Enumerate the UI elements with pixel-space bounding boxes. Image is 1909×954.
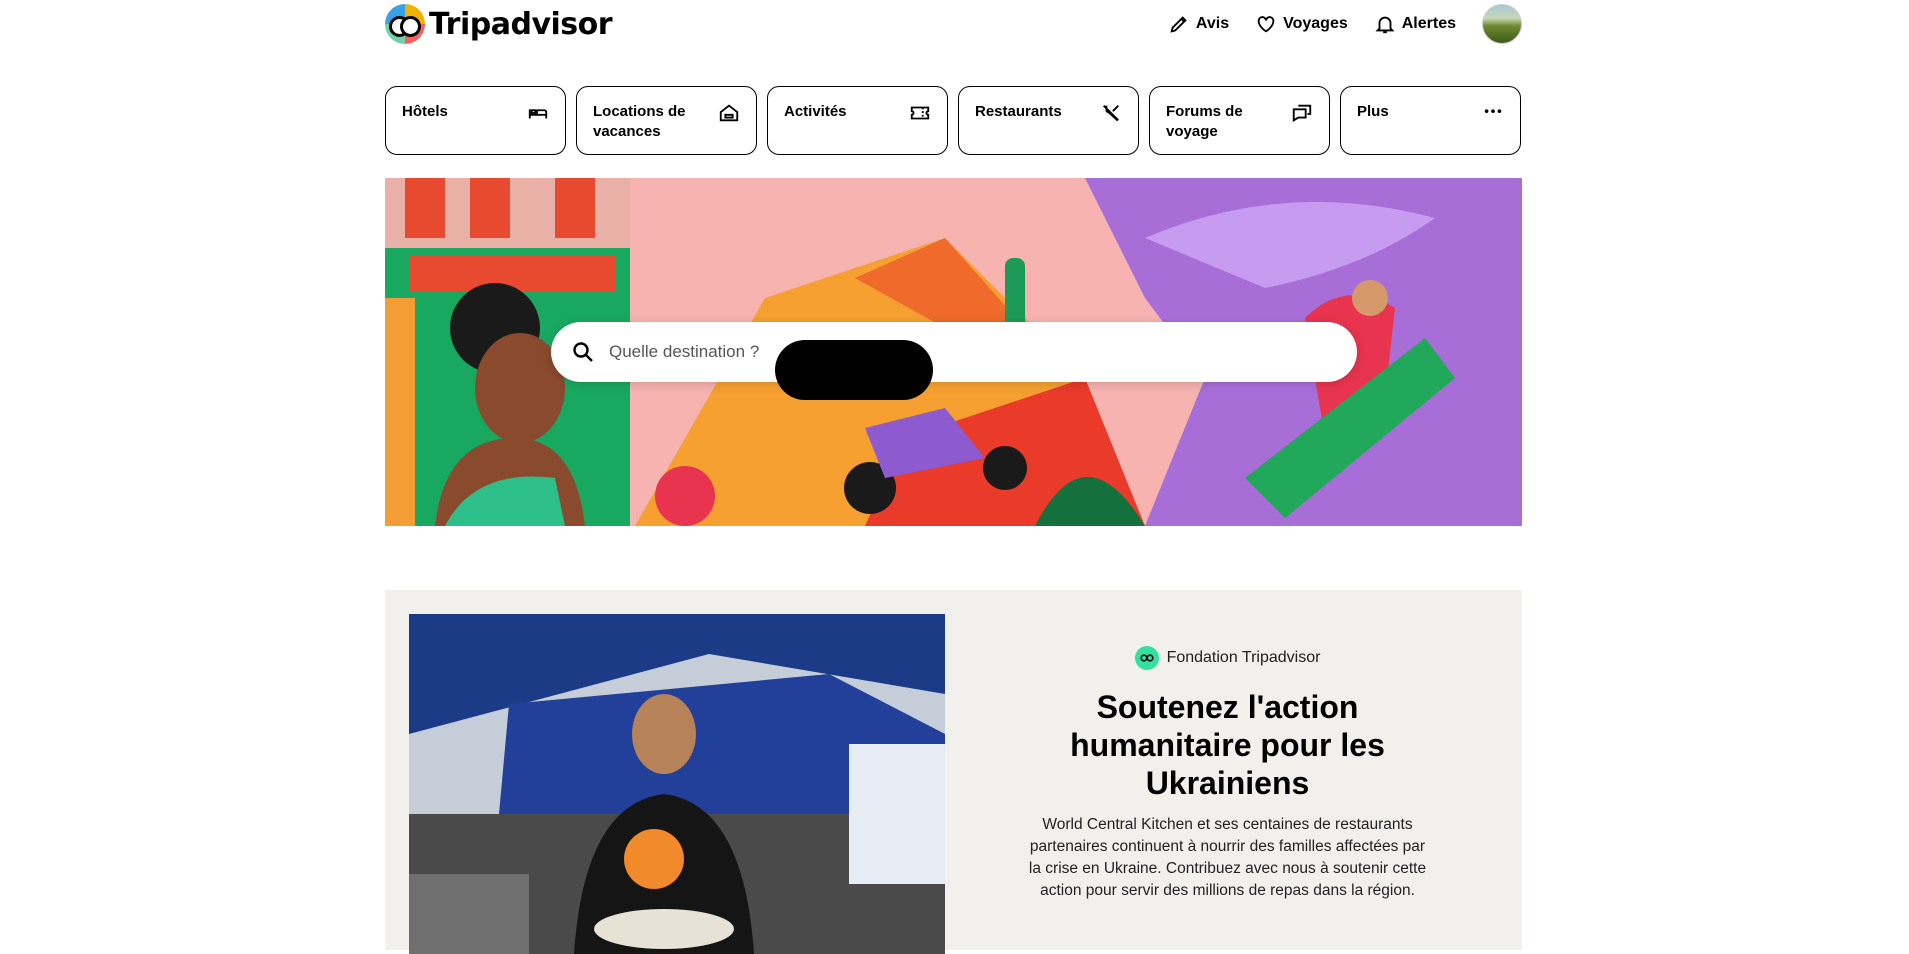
more-icon — [1484, 109, 1502, 113]
hero-banner — [385, 178, 1522, 526]
tile-label: Restaurants — [975, 103, 1062, 120]
nav-reviews-label: Avis — [1195, 15, 1230, 32]
tile-activities[interactable]: Activités — [767, 86, 948, 155]
heart-icon — [1257, 16, 1275, 33]
pencil-icon — [1170, 16, 1187, 33]
tile-hotels[interactable]: Hôtels — [385, 86, 566, 155]
tile-label: Locations de vacances — [593, 103, 686, 140]
tile-label: Plus — [1357, 103, 1389, 120]
nav-alerts-label: Alertes — [1401, 15, 1456, 32]
tile-label: Activités — [784, 103, 847, 120]
house-icon — [719, 104, 739, 122]
search-icon — [573, 342, 593, 362]
tile-restaurants[interactable]: Restaurants — [958, 86, 1139, 155]
owl-badge-icon — [1134, 646, 1159, 670]
chat-icon — [1292, 104, 1312, 122]
tile-vacation-rentals[interactable]: Locations de vacances — [576, 86, 757, 155]
tile-more[interactable]: Plus — [1340, 86, 1521, 155]
category-tiles: Hôtels Locations de vacances Activités R… — [385, 86, 1522, 155]
photo-illustration — [409, 614, 945, 954]
foundation-badge-row: Fondation Tripadvisor — [1025, 646, 1430, 670]
nav-trips-label: Voyages — [1283, 15, 1348, 32]
nav-reviews-button[interactable]: Avis — [1168, 13, 1229, 35]
nav-alerts-button[interactable]: Alertes — [1374, 13, 1456, 35]
bed-icon — [528, 109, 548, 119]
volunteer-cook-photo — [409, 614, 945, 954]
tile-label: Hôtels — [402, 103, 448, 120]
promo-content: Fondation Tripadvisor Soutenez l'action … — [1025, 646, 1430, 902]
tile-travel-forums[interactable]: Forums de voyage — [1149, 86, 1330, 155]
site-header: Tripadvisor Avis Voyages Alertes — [385, 0, 1522, 48]
promo-title: Soutenez l'action humanitaire pour les U… — [1070, 689, 1385, 801]
destination-search-input[interactable] — [609, 342, 1309, 362]
user-avatar[interactable] — [1482, 4, 1522, 44]
ticket-icon — [910, 106, 930, 120]
nav-trips-button[interactable]: Voyages — [1255, 13, 1348, 35]
header-nav: Avis Voyages Alertes — [1168, 4, 1522, 44]
destination-search-bar[interactable] — [551, 322, 1357, 382]
promo-cta-button[interactable] — [775, 340, 933, 400]
tile-label: Forums de voyage — [1166, 103, 1243, 140]
utensils-icon — [1103, 105, 1119, 122]
bell-icon — [1375, 16, 1395, 34]
tripadvisor-logo[interactable]: Tripadvisor — [385, 0, 613, 48]
owl-logo-icon — [385, 4, 425, 44]
logo-text: Tripadvisor — [429, 6, 613, 42]
foundation-label: Fondation Tripadvisor — [1166, 649, 1321, 666]
foundation-promo: Fondation Tripadvisor Soutenez l'action … — [385, 590, 1522, 954]
promo-body: World Central Kitchen et ses centaines d… — [1028, 816, 1427, 899]
